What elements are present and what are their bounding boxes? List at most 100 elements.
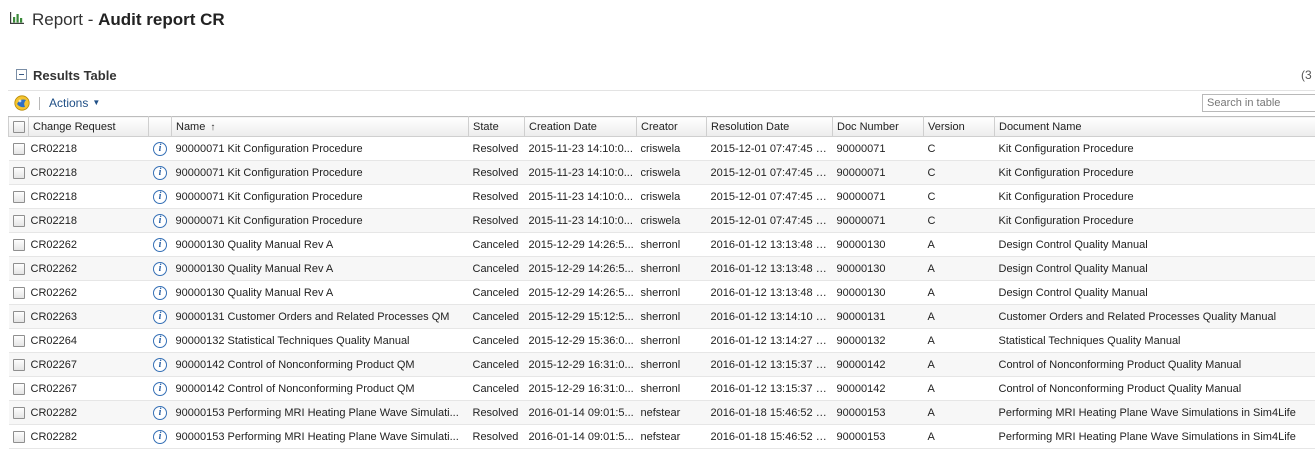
cell-change-request: CR02262 [29,257,149,281]
row-info-button[interactable]: i [149,305,172,329]
row-checkbox[interactable] [9,209,29,233]
collapse-toggle-icon[interactable] [16,69,27,80]
column-label: Document Name [999,121,1082,133]
cell-version: A [924,377,995,401]
table-row[interactable]: CR02262i90000130 Quality Manual Rev ACan… [9,257,1315,281]
cell-creator: sherronl [637,377,707,401]
row-checkbox[interactable] [9,401,29,425]
row-checkbox[interactable] [9,353,29,377]
table-row[interactable]: CR02218i90000071 Kit Configuration Proce… [9,161,1315,185]
cell-doc-number: 90000142 [833,377,924,401]
row-checkbox[interactable] [9,161,29,185]
row-info-button[interactable]: i [149,401,172,425]
caret-down-icon: ▼ [92,98,100,107]
row-info-button[interactable]: i [149,233,172,257]
row-info-button[interactable]: i [149,353,172,377]
info-icon: i [153,142,167,156]
checkbox-icon [13,335,25,347]
cell-change-request: CR02262 [29,281,149,305]
row-info-button[interactable]: i [149,425,172,449]
cell-version: A [924,329,995,353]
checkbox-icon [13,311,25,323]
row-checkbox[interactable] [9,137,29,161]
cell-name: 90000153 Performing MRI Heating Plane Wa… [172,401,469,425]
table-row[interactable]: CR02263i90000131 Customer Orders and Rel… [9,305,1315,329]
row-checkbox[interactable] [9,257,29,281]
cell-name: 90000130 Quality Manual Rev A [172,233,469,257]
table-row[interactable]: CR02218i90000071 Kit Configuration Proce… [9,137,1315,161]
column-header-state[interactable]: State [469,117,525,137]
row-checkbox[interactable] [9,281,29,305]
table-row[interactable]: CR02218i90000071 Kit Configuration Proce… [9,185,1315,209]
cell-version: C [924,209,995,233]
sort-ascending-icon: ↑ [210,122,215,133]
info-icon: i [153,430,167,444]
table-row[interactable]: CR02282i90000153 Performing MRI Heating … [9,401,1315,425]
checkbox-icon [13,191,25,203]
cell-document-name: Control of Nonconforming Product Quality… [995,377,1315,401]
actions-menu-button[interactable]: Actions▼ [49,96,100,110]
row-info-button[interactable]: i [149,329,172,353]
column-header-change-request[interactable]: Change Request [29,117,149,137]
info-icon: i [153,286,167,300]
checkbox-icon [13,215,25,227]
column-header-doc-number[interactable]: Doc Number [833,117,924,137]
checkbox-icon [13,121,25,133]
cell-state: Canceled [469,305,525,329]
cell-state: Resolved [469,209,525,233]
cell-version: A [924,257,995,281]
select-all-checkbox[interactable] [9,117,29,137]
table-row[interactable]: CR02267i90000142 Control of Nonconformin… [9,353,1315,377]
table-row[interactable]: CR02262i90000130 Quality Manual Rev ACan… [9,281,1315,305]
cell-document-name: Kit Configuration Procedure [995,161,1315,185]
cell-name: 90000071 Kit Configuration Procedure [172,185,469,209]
cell-resolution-date: 2016-01-12 13:15:37 CST [707,353,833,377]
refresh-globe-icon[interactable] [14,95,30,111]
column-header-version[interactable]: Version [924,117,995,137]
row-checkbox[interactable] [9,305,29,329]
column-label: Creation Date [529,121,597,133]
cell-creation-date: 2015-12-29 14:26:5... [525,281,637,305]
table-row[interactable]: CR02262i90000130 Quality Manual Rev ACan… [9,233,1315,257]
column-header-resolution-date[interactable]: Resolution Date [707,117,833,137]
row-checkbox[interactable] [9,377,29,401]
cell-creation-date: 2015-12-29 15:36:0... [525,329,637,353]
cell-document-name: Kit Configuration Procedure [995,209,1315,233]
cell-change-request: CR02218 [29,161,149,185]
table-row[interactable]: CR02282i90000153 Performing MRI Heating … [9,425,1315,449]
search-input[interactable] [1202,94,1315,112]
cell-name: 90000142 Control of Nonconforming Produc… [172,353,469,377]
cell-version: C [924,137,995,161]
column-header-document-name[interactable]: Document Name [995,117,1315,137]
table-row[interactable]: CR02267i90000142 Control of Nonconformin… [9,377,1315,401]
row-info-button[interactable]: i [149,257,172,281]
cell-creation-date: 2015-12-29 14:26:5... [525,257,637,281]
cell-document-name: Design Control Quality Manual [995,233,1315,257]
row-info-button[interactable]: i [149,209,172,233]
row-info-button[interactable]: i [149,161,172,185]
cell-state: Resolved [469,137,525,161]
cell-resolution-date: 2016-01-12 13:14:10 CST [707,305,833,329]
cell-state: Canceled [469,233,525,257]
column-label: Doc Number [837,121,899,133]
row-checkbox[interactable] [9,233,29,257]
row-info-button[interactable]: i [149,185,172,209]
cell-document-name: Kit Configuration Procedure [995,185,1315,209]
row-checkbox[interactable] [9,329,29,353]
table-row[interactable]: CR02264i90000132 Statistical Techniques … [9,329,1315,353]
row-info-button[interactable]: i [149,377,172,401]
column-header-creation-date[interactable]: Creation Date [525,117,637,137]
cell-creator: sherronl [637,353,707,377]
cell-change-request: CR02264 [29,329,149,353]
row-checkbox[interactable] [9,185,29,209]
column-header-creator[interactable]: Creator [637,117,707,137]
column-label: Change Request [33,121,116,133]
row-info-button[interactable]: i [149,281,172,305]
cell-name: 90000131 Customer Orders and Related Pro… [172,305,469,329]
row-info-button[interactable]: i [149,137,172,161]
column-header-name[interactable]: Name↑ [172,117,469,137]
table-row[interactable]: CR02218i90000071 Kit Configuration Proce… [9,209,1315,233]
table-toolbar: Actions▼ [8,90,1315,117]
cell-creator: sherronl [637,233,707,257]
row-checkbox[interactable] [9,425,29,449]
